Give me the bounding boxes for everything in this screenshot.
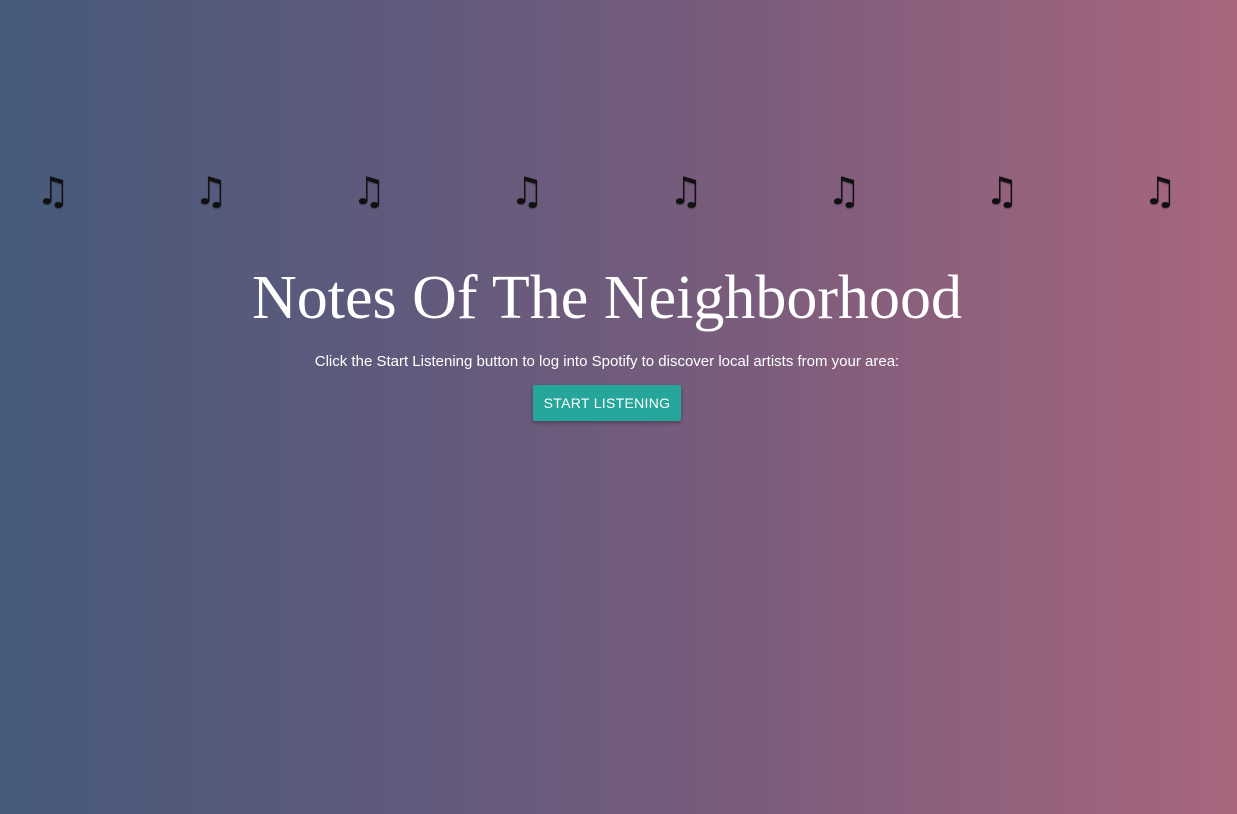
music-note-icon: ♫: [827, 169, 862, 213]
start-listening-button[interactable]: START LISTENING: [533, 385, 681, 421]
music-note-icon: ♫: [510, 169, 545, 213]
music-note-icon: ♫: [985, 169, 1020, 213]
music-note-icon: ♫: [352, 169, 387, 213]
music-note-icon: ♫: [36, 169, 71, 213]
music-notes-row: ♫ ♫ ♫ ♫ ♫ ♫ ♫ ♫: [0, 168, 1237, 218]
page-title: Notes Of The Neighborhood: [251, 264, 962, 332]
music-note-icon: ♫: [194, 169, 229, 213]
instructions-text: Click the Start Listening button to log …: [314, 353, 900, 370]
music-note-icon: ♫: [669, 169, 704, 213]
music-note-icon: ♫: [1143, 169, 1178, 213]
